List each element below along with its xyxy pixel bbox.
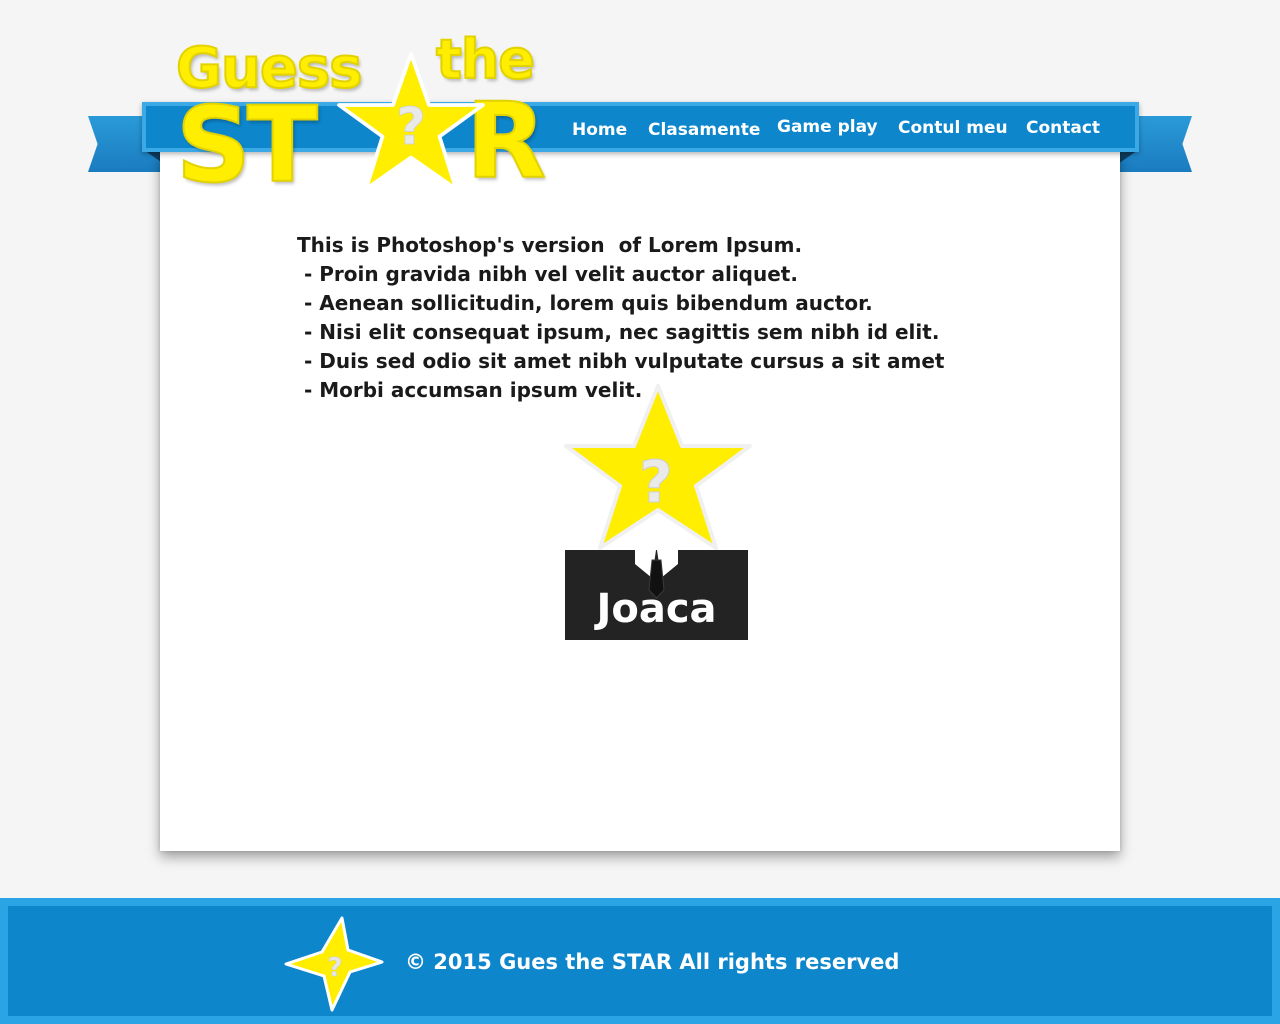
copyright-text: © 2015 Gues the STAR All rights reserved — [405, 950, 900, 974]
star-head-icon: ? — [564, 384, 752, 550]
play-star-mark: ? — [639, 448, 673, 516]
logo-star-mark: ? — [396, 98, 426, 157]
nav-contul-meu[interactable]: Contul meu — [898, 118, 1008, 138]
footer-star-mark: ? — [327, 953, 342, 983]
intro-list-item: - Aenean sollicitudin, lorem quis bibend… — [297, 291, 873, 315]
intro-text: This is Photoshop's version of Lorem Ips… — [297, 231, 944, 405]
nav-home[interactable]: Home — [572, 120, 627, 140]
intro-list-item: - Duis sed odio sit amet nibh vulputate … — [297, 349, 945, 373]
star-question-icon: ? — [337, 52, 485, 191]
play-button-label: Joaca — [596, 586, 717, 632]
logo-word-st: ST — [175, 83, 319, 207]
play-button[interactable]: Joaca ? — [560, 380, 760, 642]
site-logo[interactable]: Guess the ST R ? — [166, 27, 566, 207]
nav-game-play[interactable]: Game play — [777, 117, 878, 137]
intro-list-item: - Nisi elit consequat ipsum, nec sagitti… — [297, 320, 940, 344]
nav-contact[interactable]: Contact — [1026, 118, 1100, 138]
intro-list-item: - Proin gravida nibh vel velit auctor al… — [297, 262, 798, 286]
page: Guess the ST R ? Home Clasamente Game pl… — [0, 0, 1280, 1024]
footer-star-icon: ? — [284, 916, 384, 1012]
intro-heading: This is Photoshop's version of Lorem Ips… — [297, 233, 803, 257]
nav-clasamente[interactable]: Clasamente — [648, 120, 760, 140]
